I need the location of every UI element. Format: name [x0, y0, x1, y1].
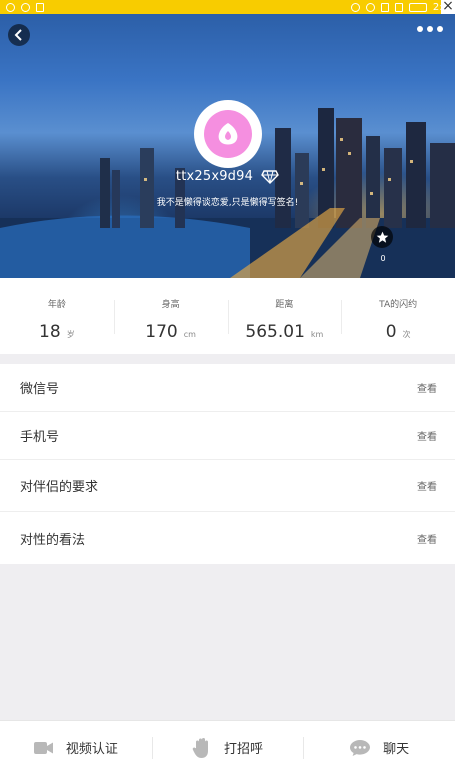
close-icon[interactable]: × [441, 0, 455, 14]
star-icon [376, 231, 388, 243]
stat-number: 170 [145, 322, 178, 342]
shield-icon [21, 2, 30, 12]
video-verify-button[interactable]: 视频认证 [0, 721, 152, 774]
stat-value: 0次 [341, 322, 455, 342]
bottom-label: 视频认证 [65, 742, 118, 757]
row-views-on-sex[interactable]: 对性的看法 查看 [0, 512, 455, 564]
signature: 我不是懒得谈恋爱,只是懒得写签名! [156, 198, 299, 208]
video-camera-icon [33, 741, 53, 754]
row-title: 对伴侣的要求 [20, 480, 99, 495]
status-bar: 2:2 [0, 0, 455, 14]
bottom-label: 聊天 [383, 742, 410, 757]
bottom-label: 打招呼 [224, 742, 264, 757]
diamond-icon [261, 169, 279, 184]
view-link[interactable]: 查看 [417, 478, 437, 493]
wifi-icon [365, 2, 375, 12]
profile-screen: 2:2 × [0, 0, 455, 774]
avatar-icon [204, 110, 252, 158]
status-right-icons: 2:2 [350, 2, 449, 13]
stat-distance: 距离 565.01 km [227, 278, 342, 354]
row-partner-requirements[interactable]: 对伴侣的要求 查看 [0, 460, 455, 512]
wave-hand-icon [192, 737, 208, 758]
stat-value: 170 cm [114, 322, 228, 342]
usb-icon [36, 2, 44, 12]
more-dot [437, 26, 443, 32]
stat-unit: 次 [402, 330, 411, 339]
mute-icon [350, 2, 360, 12]
stat-unit: 岁 [66, 330, 75, 339]
stat-number: 565.01 [245, 322, 305, 342]
sim2-icon [394, 2, 403, 12]
row-phone[interactable]: 手机号 查看 [0, 412, 455, 460]
stat-label: 年龄 [47, 300, 66, 310]
stat-label: 距离 [275, 300, 294, 310]
row-title: 手机号 [20, 430, 60, 445]
nickname-row: ttx25x9d94 [0, 169, 455, 184]
stat-flash-dates: TA的闪约 0次 [341, 278, 455, 354]
favorite-area: 0 [371, 226, 395, 263]
stat-unit: cm [183, 330, 196, 339]
battery-icon [408, 2, 427, 12]
chat-button[interactable]: 聊天 [303, 721, 455, 774]
stat-number: 0 [385, 322, 397, 342]
notification-icon [6, 2, 15, 12]
favorite-button[interactable] [371, 226, 393, 248]
row-wechat[interactable]: 微信号 查看 [0, 364, 455, 412]
bottom-action-bar: 视频认证 打招呼 聊天 [0, 720, 455, 774]
stat-label: TA的闪约 [379, 300, 418, 310]
more-button[interactable] [417, 26, 443, 32]
view-link[interactable]: 查看 [417, 380, 437, 395]
view-link[interactable]: 查看 [417, 428, 437, 443]
nickname: ttx25x9d94 [175, 169, 254, 184]
view-link[interactable]: 查看 [417, 531, 437, 546]
row-title: 对性的看法 [20, 532, 86, 548]
stat-height: 身高 170 cm [113, 278, 228, 354]
sim-icon [380, 2, 389, 12]
detail-list: 微信号 查看 手机号 查看 对伴侣的要求 查看 对性的看法 查看 [0, 364, 455, 564]
stat-value: 18 岁 [0, 322, 114, 342]
stat-number: 18 [39, 322, 61, 342]
chat-bubble-icon [350, 739, 371, 756]
profile-header: ttx25x9d94 我不是懒得谈恋爱,只是懒得写签名! 0 [0, 14, 455, 278]
avatar[interactable] [194, 100, 262, 168]
more-dot [417, 26, 423, 32]
more-dot [427, 26, 433, 32]
status-left-icons [6, 2, 44, 12]
stat-unit: km [310, 330, 324, 339]
stats-panel: 年龄 18 岁 身高 170 cm 距离 565.01 km TA的闪约 0次 [0, 278, 455, 354]
row-title: 微信号 [20, 382, 60, 397]
say-hello-button[interactable]: 打招呼 [151, 721, 304, 774]
stat-value: 565.01 km [228, 322, 342, 342]
back-button[interactable] [8, 24, 30, 46]
stat-label: 身高 [161, 300, 180, 310]
favorite-count: 0 [380, 254, 386, 263]
back-icon [14, 29, 22, 41]
stat-age: 年龄 18 岁 [0, 278, 114, 354]
